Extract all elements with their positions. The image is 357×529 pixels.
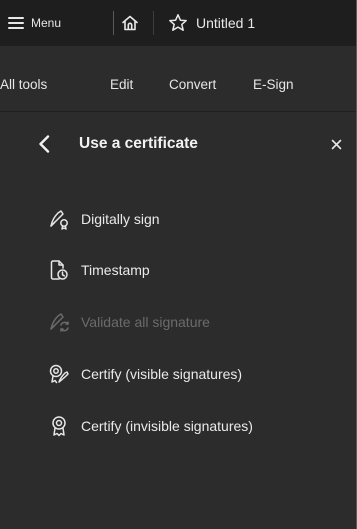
hamburger-icon xyxy=(8,17,24,29)
validate-signature-item: Validate all signature xyxy=(48,309,210,335)
item-label: Certify (visible signatures) xyxy=(81,366,243,382)
panel-header: Use a certificate xyxy=(0,112,356,176)
panel-title: Use a certificate xyxy=(79,135,198,152)
tools-bar: All tools Edit Convert E-Sign xyxy=(0,46,356,112)
home-icon xyxy=(122,15,138,31)
digitally-sign-item[interactable]: Digitally sign xyxy=(48,206,160,232)
item-label: Timestamp xyxy=(81,262,150,278)
item-label: Digitally sign xyxy=(81,211,160,227)
app-window: Menu Untitled 1 All tools Edit Convert E… xyxy=(0,0,357,529)
menu-label: Menu xyxy=(31,16,62,30)
divider xyxy=(153,11,154,35)
certify-visible-item[interactable]: Certify (visible signatures) xyxy=(48,361,242,387)
chevron-left-icon xyxy=(39,135,50,153)
top-bar: Menu Untitled 1 xyxy=(0,0,356,46)
tab-all-tools[interactable]: All tools xyxy=(0,77,47,92)
timestamp-item[interactable]: Timestamp xyxy=(48,257,150,283)
star-icon[interactable] xyxy=(168,13,188,33)
divider xyxy=(113,11,114,35)
document-tab[interactable]: Untitled 1 xyxy=(168,10,255,36)
validate-signature-icon xyxy=(48,311,70,333)
menu-button[interactable]: Menu xyxy=(8,10,61,36)
tab-convert[interactable]: Convert xyxy=(169,77,216,92)
timestamp-icon xyxy=(48,259,70,281)
document-title: Untitled 1 xyxy=(196,15,256,31)
back-button[interactable] xyxy=(36,134,52,154)
close-button[interactable] xyxy=(329,136,343,152)
certify-invisible-icon xyxy=(48,415,70,437)
item-label: Validate all signature xyxy=(81,314,210,330)
home-button[interactable] xyxy=(117,11,143,35)
digital-sign-icon xyxy=(48,208,70,230)
tab-edit[interactable]: Edit xyxy=(110,77,133,92)
close-icon xyxy=(331,139,341,149)
item-label: Certify (invisible signatures) xyxy=(81,418,253,434)
certify-visible-icon xyxy=(48,363,70,385)
certify-invisible-item[interactable]: Certify (invisible signatures) xyxy=(48,413,253,439)
tab-e-sign[interactable]: E-Sign xyxy=(253,77,294,92)
